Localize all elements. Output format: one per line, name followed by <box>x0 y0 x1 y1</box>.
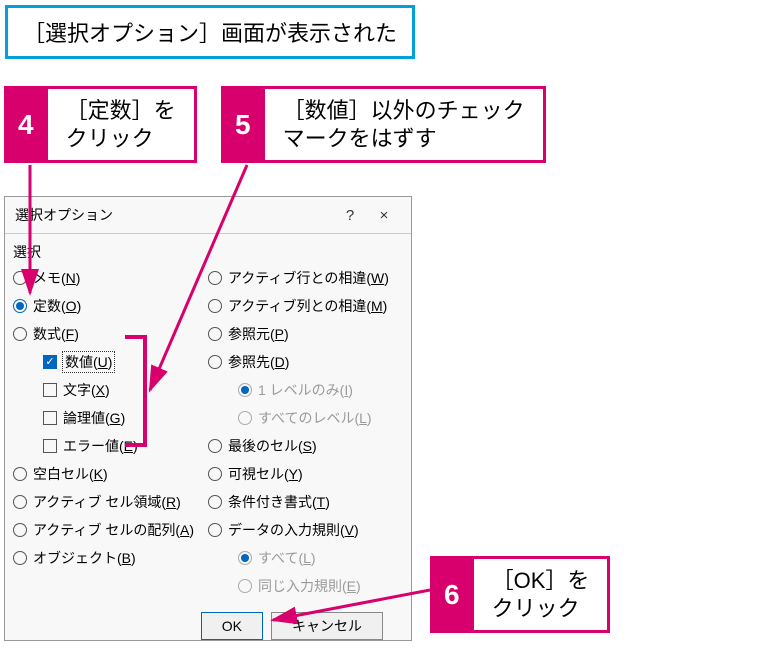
radio-objects[interactable]: オブジェクト(B) <box>13 544 208 572</box>
dialog-title: 選択オプション <box>15 205 333 225</box>
radio-all-levels: すべてのレベル(L) <box>208 404 403 432</box>
dialog-titlebar: 選択オプション ? × <box>5 197 411 234</box>
radio-icon <box>208 355 222 369</box>
checkbox-icon: ✓ <box>43 355 57 369</box>
radio-visible-cells[interactable]: 可視セル(Y) <box>208 460 403 488</box>
radio-icon <box>208 495 222 509</box>
radio-icon <box>208 467 222 481</box>
radio-icon <box>208 271 222 285</box>
callout-6-number: 6 <box>430 556 474 633</box>
radio-icon <box>238 411 252 425</box>
radio-constants[interactable]: 定数(O) <box>13 292 208 320</box>
bracket-annotation <box>125 335 147 447</box>
radio-cond-format[interactable]: 条件付き書式(T) <box>208 488 403 516</box>
radio-icon <box>13 551 27 565</box>
radio-icon <box>208 439 222 453</box>
radio-blanks[interactable]: 空白セル(K) <box>13 460 208 488</box>
callout-5-text: ［数値］以外のチェックマークをはずす <box>265 86 546 163</box>
radio-icon <box>13 523 27 537</box>
radio-memo[interactable]: メモ(N) <box>13 264 208 292</box>
radio-icon <box>208 523 222 537</box>
callout-6-text: ［OK］をクリック <box>474 556 611 633</box>
close-button[interactable]: × <box>367 207 401 224</box>
checkbox-text[interactable]: 文字(X) <box>13 376 208 404</box>
radio-icon <box>208 299 222 313</box>
radio-icon <box>13 327 27 341</box>
callout-5: 5 ［数値］以外のチェックマークをはずす <box>221 86 546 163</box>
radio-icon <box>13 271 27 285</box>
radio-icon <box>13 467 27 481</box>
goto-special-dialog: 選択オプション ? × 選択 メモ(N) 定数(O) 数式(F) ✓数値(U) … <box>4 196 412 641</box>
ok-button[interactable]: OK <box>201 612 263 640</box>
radio-dependents[interactable]: 参照先(D) <box>208 348 403 376</box>
checkbox-numbers[interactable]: ✓数値(U) <box>13 348 208 376</box>
callout-4: 4 ［定数］をクリック <box>4 86 197 163</box>
radio-data-validation[interactable]: データの入力規則(V) <box>208 516 403 544</box>
section-label: 選択 <box>5 234 411 264</box>
radio-dv-same: 同じ入力規則(E) <box>208 572 403 600</box>
cancel-button[interactable]: キャンセル <box>271 612 383 640</box>
radio-icon <box>238 579 252 593</box>
checkbox-icon <box>43 439 57 453</box>
radio-row-diff[interactable]: アクティブ行との相違(W) <box>208 264 403 292</box>
radio-current-array[interactable]: アクティブ セルの配列(A) <box>13 516 208 544</box>
help-button[interactable]: ? <box>333 207 367 224</box>
radio-icon <box>13 299 27 313</box>
callout-4-number: 4 <box>4 86 48 163</box>
checkbox-icon <box>43 411 57 425</box>
radio-icon <box>13 495 27 509</box>
callout-4-text: ［定数］をクリック <box>48 86 197 163</box>
radio-formulas[interactable]: 数式(F) <box>13 320 208 348</box>
callout-6: 6 ［OK］をクリック <box>430 556 610 633</box>
radio-dv-all: すべて(L) <box>208 544 403 572</box>
checkbox-logicals[interactable]: 論理値(G) <box>13 404 208 432</box>
page-caption: ［選択オプション］画面が表示された <box>5 5 415 59</box>
radio-last-cell[interactable]: 最後のセル(S) <box>208 432 403 460</box>
radio-icon <box>238 551 252 565</box>
radio-icon <box>208 327 222 341</box>
radio-icon <box>238 383 252 397</box>
radio-col-diff[interactable]: アクティブ列との相違(M) <box>208 292 403 320</box>
radio-precedents[interactable]: 参照元(P) <box>208 320 403 348</box>
checkbox-icon <box>43 383 57 397</box>
callout-5-number: 5 <box>221 86 265 163</box>
radio-current-region[interactable]: アクティブ セル領域(R) <box>13 488 208 516</box>
radio-direct-only: 1 レベルのみ(I) <box>208 376 403 404</box>
checkbox-errors[interactable]: エラー値(E) <box>13 432 208 460</box>
